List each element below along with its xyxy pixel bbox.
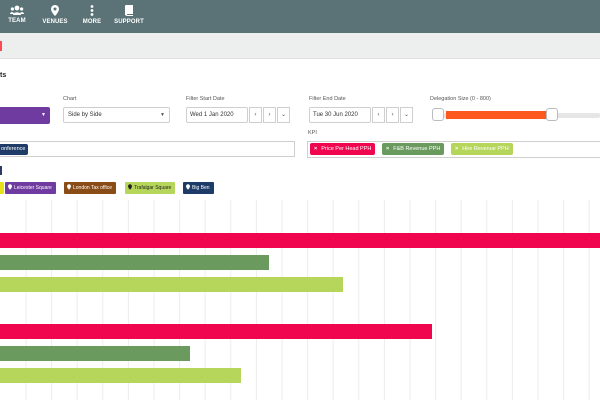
chart-bar[interactable]: [0, 277, 343, 292]
start-date-picker-button[interactable]: ⌄: [277, 107, 290, 123]
legend-item-london-tax-office[interactable]: London Tax office: [64, 182, 117, 194]
close-icon[interactable]: ×: [455, 146, 458, 152]
page-heading: ts: [0, 72, 7, 79]
start-date-input[interactable]: Wed 1 Jan 2020: [186, 107, 248, 123]
legend-label: Leicester Square: [14, 185, 52, 191]
legend-label: London Tax office: [73, 185, 113, 191]
nav-label-more: MORE: [82, 19, 102, 25]
nav-item-venues[interactable]: VENUES: [42, 5, 68, 29]
venue-tag-input[interactable]: [0, 141, 295, 157]
delegation-slider-max-handle[interactable]: [546, 108, 558, 121]
chart-type-value: Side by Side: [68, 112, 102, 118]
venue-group-select[interactable]: ▼: [0, 107, 50, 124]
location-pin-icon: [128, 184, 132, 190]
start-date-value: Wed 1 Jan 2020: [190, 112, 234, 118]
kpi-bar-chart: [0, 200, 600, 400]
team-icon: [10, 5, 24, 15]
subbar-accent-button[interactable]: [0, 41, 2, 51]
chart-bar[interactable]: [0, 233, 600, 248]
legend-label: Big Ben: [192, 185, 210, 191]
location-pin-icon: [67, 184, 71, 190]
end-date-input[interactable]: Tue 30 Jun 2020: [309, 107, 371, 123]
book-icon: [124, 5, 133, 16]
top-navigation: TEAM VENUES MORE SUPPORT: [0, 0, 600, 33]
chart-type-select[interactable]: Side by Side ▼: [63, 107, 170, 123]
delegation-slider-min-handle[interactable]: [432, 108, 444, 121]
legend-item-big-ben[interactable]: Big Ben: [183, 182, 214, 194]
location-pin-icon: [51, 5, 59, 16]
chart-label: Chart: [63, 96, 77, 102]
kpi-tag-label: Hire Revenue PPH: [462, 146, 509, 152]
close-icon[interactable]: ×: [386, 146, 389, 152]
legend-item-leicester-square[interactable]: Leicester Square: [5, 182, 56, 194]
kpi-label: KPI: [308, 130, 317, 136]
start-date-label: Filter Start Date: [186, 96, 225, 102]
legend-item-trafalgar-square[interactable]: Trafalgar Square: [125, 182, 176, 194]
nav-item-team[interactable]: TEAM: [5, 5, 29, 29]
kpi-tag-label: Price Per Head PPH: [321, 146, 372, 152]
end-date-label: Filter End Date: [309, 96, 346, 102]
nav-label-team: TEAM: [8, 18, 26, 24]
end-date-value: Tue 30 Jun 2020: [313, 112, 358, 118]
nav-item-more[interactable]: MORE: [81, 5, 103, 29]
more-vertical-icon: [90, 5, 94, 16]
kpi-tag-price-per-head[interactable]: × Price Per Head PPH: [310, 143, 376, 155]
chart-bar[interactable]: [0, 324, 432, 339]
nav-label-support: SUPPORT: [114, 19, 144, 25]
kpi-tag-fb-revenue[interactable]: × F&B Revenue PPH: [382, 143, 445, 155]
location-pin-icon: [8, 184, 12, 190]
end-date-picker-button[interactable]: ⌄: [400, 107, 413, 123]
end-date-next-button[interactable]: ›: [386, 107, 399, 123]
sub-toolbar: [0, 33, 600, 59]
start-date-prev-button[interactable]: ‹: [249, 107, 262, 123]
end-date-prev-button[interactable]: ‹: [372, 107, 385, 123]
chevron-down-icon: ▼: [41, 112, 46, 118]
legend-marker: [0, 166, 2, 175]
legend-item-partial[interactable]: [0, 182, 4, 194]
kpi-tag-label: F&B Revenue PPH: [393, 146, 441, 152]
close-icon[interactable]: ×: [314, 146, 317, 152]
legend-label: Trafalgar Square: [134, 185, 172, 191]
chart-bar[interactable]: [0, 255, 269, 270]
location-pin-icon: [186, 184, 190, 190]
nav-item-support[interactable]: SUPPORT: [113, 5, 145, 29]
start-date-next-button[interactable]: ›: [263, 107, 276, 123]
chevron-down-icon: ▼: [160, 112, 165, 118]
chart-bar[interactable]: [0, 346, 190, 361]
delegation-size-label: Delegation Size (0 - 800): [430, 96, 491, 102]
nav-label-venues: VENUES: [42, 19, 68, 25]
kpi-tag-hire-revenue[interactable]: × Hire Revenue PPH: [451, 143, 513, 155]
chart-bar[interactable]: [0, 368, 241, 383]
venue-tag[interactable]: onference: [0, 144, 29, 155]
delegation-slider-range: [446, 111, 547, 119]
